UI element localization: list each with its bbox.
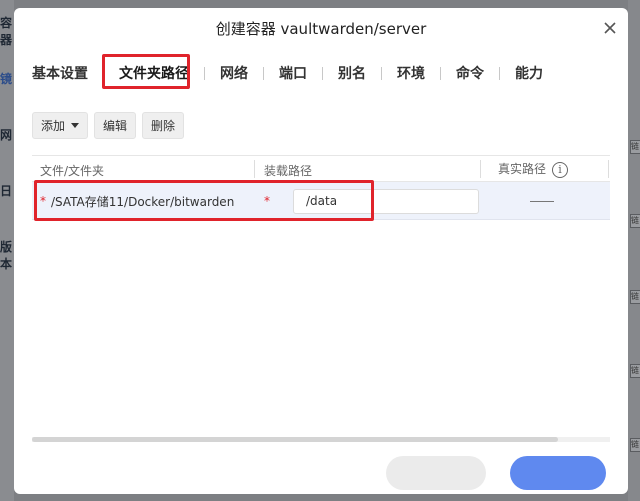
tab-basic-settings[interactable]: 基本设置 bbox=[32, 63, 88, 83]
bg-tag: 链 bbox=[630, 140, 640, 154]
table-header: 文件/文件夹 装载路径 真实路径 i bbox=[32, 155, 610, 182]
caret-down-icon bbox=[71, 123, 80, 128]
bg-label: 网 bbox=[0, 128, 13, 142]
column-header-file: 文件/文件夹 bbox=[40, 164, 105, 178]
add-dropdown-button[interactable]: 添加 bbox=[32, 112, 89, 139]
create-container-dialog: 创建容器 vaultwarden/server 基本设置 文件夹路径 网络 端口… bbox=[14, 8, 628, 494]
tab-capabilities[interactable]: 能力 bbox=[515, 63, 543, 83]
cancel-button[interactable] bbox=[386, 456, 486, 490]
tab-network[interactable]: 网络 bbox=[220, 63, 248, 83]
horizontal-scrollbar[interactable] bbox=[32, 437, 610, 442]
bg-tag: 链 bbox=[630, 364, 640, 378]
column-divider bbox=[254, 160, 255, 178]
tab-divider bbox=[381, 66, 382, 80]
bg-tag: 链 bbox=[630, 438, 640, 452]
add-button-label: 添加 bbox=[41, 119, 66, 133]
highlight-box-tab bbox=[102, 54, 190, 89]
tab-divider bbox=[499, 66, 500, 80]
toolbar: 添加 编辑 删除 bbox=[32, 112, 185, 139]
delete-button[interactable]: 删除 bbox=[142, 112, 185, 139]
close-icon[interactable] bbox=[602, 20, 618, 36]
tab-command[interactable]: 命令 bbox=[456, 63, 484, 83]
tab-ports[interactable]: 端口 bbox=[279, 63, 307, 83]
column-divider bbox=[480, 160, 481, 178]
column-header-real-path: 真实路径 i bbox=[498, 160, 569, 178]
bg-tag: 链 bbox=[630, 214, 640, 228]
bg-label: 容器 bbox=[0, 16, 13, 47]
bg-label: 镜 bbox=[0, 72, 13, 86]
dialog-title: 创建容器 vaultwarden/server bbox=[215, 20, 427, 38]
tab-divider bbox=[204, 66, 205, 80]
highlight-box-row bbox=[34, 180, 374, 221]
info-icon[interactable]: i bbox=[552, 161, 569, 178]
tab-alias[interactable]: 别名 bbox=[338, 63, 366, 83]
tab-divider bbox=[440, 66, 441, 80]
confirm-button[interactable] bbox=[510, 456, 606, 490]
background-sidebar: 容器 镜 网 日 版本 bbox=[0, 0, 14, 501]
column-header-mount-path: 装载路径 bbox=[264, 164, 313, 178]
tab-divider bbox=[322, 66, 323, 80]
column-header-real-path-label: 真实路径 bbox=[498, 162, 547, 176]
scrollbar-thumb[interactable] bbox=[32, 437, 558, 442]
tab-environment[interactable]: 环境 bbox=[397, 63, 425, 83]
tab-divider bbox=[263, 66, 264, 80]
background-right-column: 链 链 链 链 链 bbox=[628, 0, 640, 501]
bg-label: 版本 bbox=[0, 240, 13, 271]
edit-button[interactable]: 编辑 bbox=[94, 112, 137, 139]
column-divider bbox=[608, 160, 609, 178]
bg-label: 日 bbox=[0, 184, 13, 198]
bg-tag: 链 bbox=[630, 290, 640, 304]
real-path-empty-dash bbox=[530, 201, 554, 202]
